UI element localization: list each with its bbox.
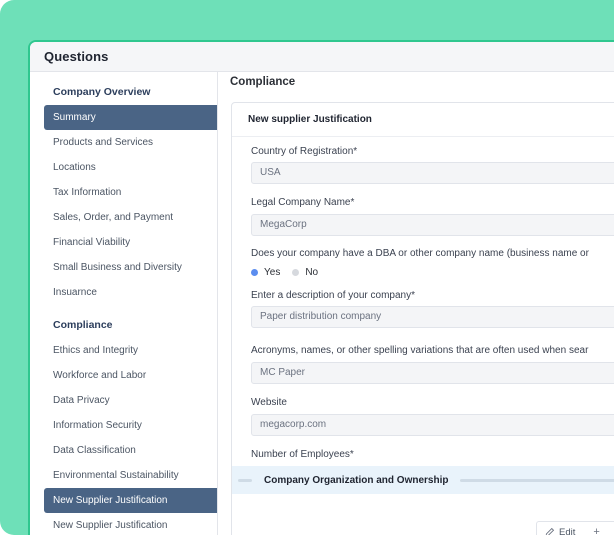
section-divider-left bbox=[238, 478, 252, 482]
website-field[interactable]: megacorp.com bbox=[251, 414, 614, 436]
dba-no-label: No bbox=[305, 267, 319, 278]
sidebar-item-data-classification[interactable]: Data Classification bbox=[44, 438, 217, 463]
sidebar-item-information-security[interactable]: Information Security bbox=[44, 413, 217, 438]
sidebar-item-workforce-labor[interactable]: Workforce and Labor bbox=[44, 363, 217, 388]
dba-question-label: Does your company have a DBA or other co… bbox=[251, 248, 589, 259]
section-divider-right bbox=[460, 478, 614, 482]
questions-window: Questions Company Overview Summary Produ… bbox=[28, 40, 614, 535]
description-field[interactable]: Paper distribution company bbox=[251, 306, 614, 328]
country-label: Country of Registration* bbox=[251, 146, 358, 157]
sidebar-item-insurance[interactable]: Insuarnce bbox=[44, 280, 217, 305]
edit-button[interactable]: Edit bbox=[559, 527, 575, 535]
sidebar-section-compliance: Compliance bbox=[53, 319, 113, 331]
sidebar-item-new-supplier-justification-2[interactable]: New Supplier Justification bbox=[44, 513, 217, 535]
pencil-icon bbox=[545, 527, 555, 535]
card-title: New supplier Justification bbox=[248, 114, 372, 125]
section-header-company-organization[interactable]: Company Organization and Ownership bbox=[232, 466, 614, 494]
sidebar-section-company-overview: Company Overview bbox=[53, 86, 151, 98]
sidebar-item-financial-viability[interactable]: Financial Viability bbox=[44, 230, 217, 255]
sidebar-item-new-supplier-justification[interactable]: New Supplier Justification bbox=[44, 488, 217, 513]
acronyms-field[interactable]: MC Paper bbox=[251, 362, 614, 384]
dba-radio-group: Yes No bbox=[251, 267, 330, 278]
dba-yes-label: Yes bbox=[264, 267, 281, 278]
window-header: Questions bbox=[30, 42, 614, 72]
card-divider bbox=[232, 136, 614, 137]
website-label: Website bbox=[251, 397, 287, 408]
page-title: Compliance bbox=[230, 76, 296, 88]
sidebar-item-ethics-integrity[interactable]: Ethics and Integrity bbox=[44, 338, 217, 363]
sidebar-item-sales-order-payment[interactable]: Sales, Order, and Payment bbox=[44, 205, 217, 230]
sidebar: Company Overview Summary Products and Se… bbox=[30, 72, 218, 535]
edit-toolbar: Edit + bbox=[536, 521, 614, 535]
sidebar-item-small-business-diversity[interactable]: Small Business and Diversity bbox=[44, 255, 217, 280]
sidebar-item-locations[interactable]: Locations bbox=[44, 155, 217, 180]
sidebar-item-products-and-services[interactable]: Products and Services bbox=[44, 130, 217, 155]
sidebar-item-tax-information[interactable]: Tax Information bbox=[44, 180, 217, 205]
plus-icon[interactable]: + bbox=[593, 526, 599, 535]
sidebar-item-environmental-sustainability[interactable]: Environmental Sustainability bbox=[44, 463, 217, 488]
sidebar-item-summary[interactable]: Summary bbox=[44, 105, 217, 130]
employees-label: Number of Employees* bbox=[251, 449, 354, 460]
main-content: Compliance New supplier Justification Co… bbox=[218, 72, 614, 535]
radio-selected-icon bbox=[251, 269, 258, 276]
acronyms-label: Acronyms, names, or other spelling varia… bbox=[251, 345, 589, 356]
radio-unselected-icon bbox=[292, 269, 300, 276]
section-title: Company Organization and Ownership bbox=[264, 474, 449, 486]
legal-name-label: Legal Company Name* bbox=[251, 197, 355, 208]
legal-name-field[interactable]: MegaCorp bbox=[251, 214, 614, 236]
sidebar-item-data-privacy[interactable]: Data Privacy bbox=[44, 388, 217, 413]
dba-no-option[interactable]: No bbox=[292, 267, 318, 278]
description-label: Enter a description of your company* bbox=[251, 290, 415, 301]
window-title: Questions bbox=[44, 49, 109, 64]
country-field[interactable]: USA bbox=[251, 162, 614, 184]
dba-yes-option[interactable]: Yes bbox=[251, 267, 280, 278]
